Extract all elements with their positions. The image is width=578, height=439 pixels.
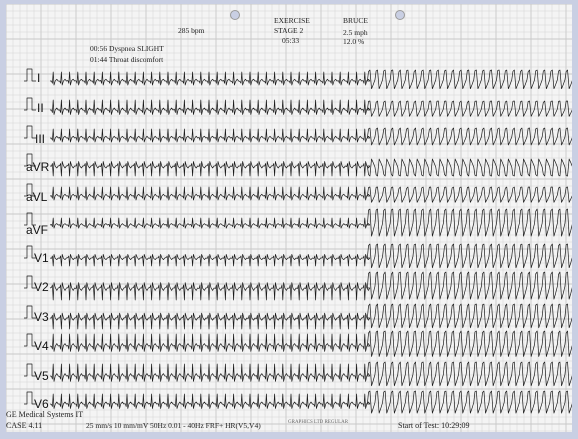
lead-label-v5: V5: [34, 369, 49, 383]
lead-label-i: I: [37, 71, 41, 85]
manufacturer: GE Medical Systems IT: [6, 410, 84, 419]
ecg-sheet: 285 bpm EXERCISE STAGE 2 05:33 BRUCE 2.5…: [6, 4, 572, 432]
case-version: CASE 4.11: [6, 421, 43, 430]
protocol-phase: EXERCISE: [274, 16, 310, 25]
stage-label: STAGE 2: [274, 26, 304, 35]
ecg-trace-avf: [24, 208, 572, 237]
lead-label-avf: aVF: [26, 223, 49, 237]
punch-hole-left: [230, 10, 240, 20]
lead-label-ii: II: [37, 101, 44, 115]
paper-label: GRAPHICS LTD REGULAR: [288, 420, 349, 425]
ecg-trace-v2: [24, 271, 572, 301]
lead-label-v2: V2: [34, 280, 49, 294]
heart-rate: 285 bpm: [178, 26, 205, 35]
lead-label-avr: aVR: [26, 160, 50, 174]
ecg-trace-i: [24, 68, 572, 90]
stage-time: 05:33: [282, 36, 300, 45]
lead-label-v1: V1: [34, 251, 49, 265]
ecg-grid-and-traces: [6, 4, 572, 432]
lead-label-v3: V3: [34, 310, 49, 324]
protocol-name: BRUCE: [343, 16, 369, 25]
event-note-dyspnea: 00:56 Dyspnea SLIGHT: [90, 44, 164, 53]
ecg-trace-ii: [24, 97, 572, 117]
lead-label-v6: V6: [34, 397, 49, 411]
start-of-test: Start of Test: 10:29:09: [398, 421, 470, 430]
punch-hole-right: [395, 10, 405, 20]
event-note-throat: 01:44 Throat discomfort: [90, 55, 164, 64]
ecg-traces: [24, 68, 572, 414]
ecg-trace-v5: [24, 361, 572, 387]
lead-label-v4: V4: [34, 339, 49, 353]
ecg-trace-iii: [24, 125, 572, 146]
lead-label-iii: III: [35, 132, 46, 146]
treadmill-speed: 2.5 mph: [343, 28, 368, 37]
ecg-grid: [6, 4, 572, 432]
ecg-trace-v6: [24, 390, 572, 414]
ecg-trace-v3: [24, 303, 572, 330]
ecg-trace-v4: [24, 330, 572, 357]
recording-settings: 25 mm/s 10 mm/mV 50Hz 0.01 - 40Hz FRF+ H…: [86, 421, 261, 430]
lead-label-avl: aVL: [26, 190, 48, 204]
treadmill-grade: 12.0 %: [343, 37, 365, 46]
